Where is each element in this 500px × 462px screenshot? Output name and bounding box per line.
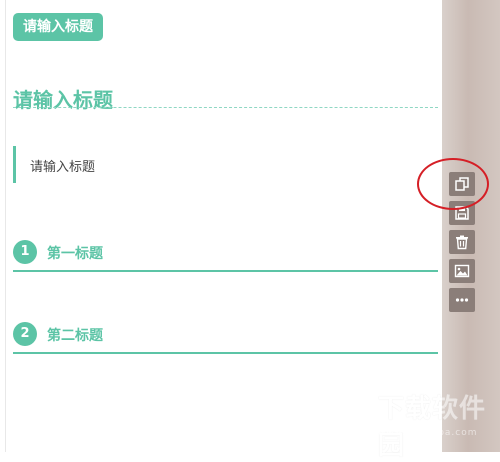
image-icon — [454, 264, 470, 278]
watermark-url: www.xiazaiba.com — [378, 428, 478, 438]
insert-image-button[interactable] — [449, 259, 475, 283]
quote-title-text: 请输入标题 — [30, 160, 96, 175]
left-divider — [5, 0, 6, 452]
trash-icon — [456, 235, 468, 250]
quote-title-block[interactable]: 请输入标题 — [13, 146, 436, 183]
pill-title-block[interactable]: 请输入标题 — [13, 13, 103, 41]
watermark-text: 下载软件园 — [378, 394, 487, 461]
number-badge: 2 — [13, 322, 37, 346]
section-title-underline — [13, 107, 438, 108]
section-title[interactable]: 请输入标题 — [13, 84, 113, 113]
number-badge: 1 — [13, 240, 37, 264]
delete-button[interactable] — [449, 230, 475, 254]
more-icon — [455, 298, 469, 302]
watermark-logo-icon — [330, 380, 376, 436]
numbered-heading-1[interactable]: 1 第一标题 — [13, 240, 438, 272]
numbered-heading-label: 第一标题 — [47, 246, 103, 262]
watermark: 下载软件园 www.xiazaiba.com — [330, 378, 498, 461]
numbered-heading-label: 第二标题 — [47, 328, 103, 344]
more-button[interactable] — [449, 288, 475, 312]
highlight-circle-annotation — [417, 158, 489, 210]
numbered-heading-2[interactable]: 2 第二标题 — [13, 322, 438, 354]
